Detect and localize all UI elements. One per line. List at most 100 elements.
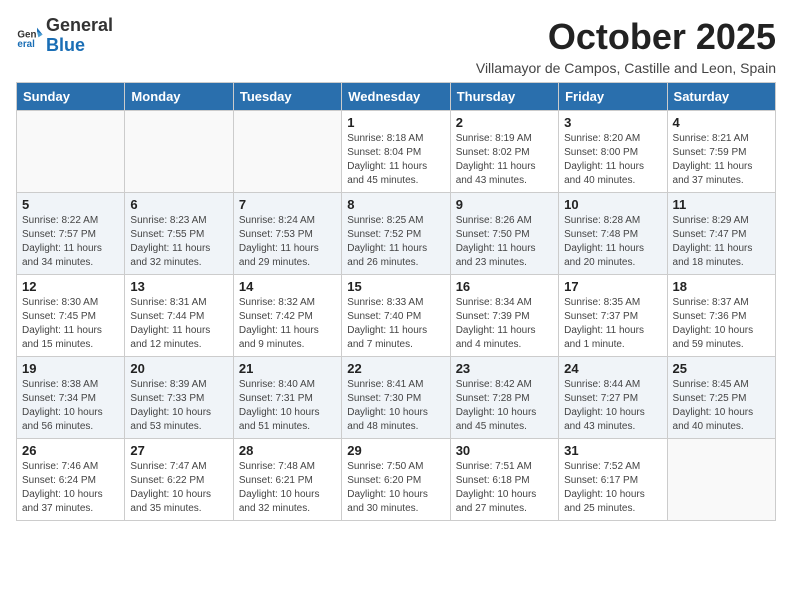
day-info: Sunrise: 8:35 AM Sunset: 7:37 PM Dayligh…	[564, 296, 661, 352]
weekday-header-wednesday: Wednesday	[342, 83, 450, 111]
calendar-cell: 4 Sunrise: 8:21 AM Sunset: 7:59 PM Daylig…	[667, 111, 775, 193]
calendar-cell: 24 Sunrise: 8:44 AM Sunset: 7:27 PM Dayli…	[559, 357, 667, 439]
calendar-cell: 1 Sunrise: 8:18 AM Sunset: 8:04 PM Daylig…	[342, 111, 450, 193]
calendar-cell: 10Sunrise: 8:28 AM Sunset: 7:48 PM Dayli…	[559, 193, 667, 275]
day-info: Sunrise: 8:32 AM Sunset: 7:42 PM Dayligh…	[239, 296, 336, 352]
day-number: 1	[347, 115, 444, 130]
calendar-cell: 17 Sunrise: 8:35 AM Sunset: 7:37 PM Dayli…	[559, 275, 667, 357]
day-info: Sunrise: 7:46 AM Sunset: 6:24 PM Dayligh…	[22, 460, 119, 516]
day-number: 17	[564, 279, 661, 294]
day-number: 6	[130, 197, 227, 212]
calendar-cell: 16 Sunrise: 8:34 AM Sunset: 7:39 PM Dayli…	[450, 275, 558, 357]
calendar-cell: 2Sunrise: 8:19 AM Sunset: 8:02 PM Daylig…	[450, 111, 558, 193]
day-number: 31	[564, 443, 661, 458]
svg-text:eral: eral	[17, 39, 35, 50]
day-info: Sunrise: 8:40 AM Sunset: 7:31 PM Dayligh…	[239, 378, 336, 434]
calendar-cell: 26 Sunrise: 7:46 AM Sunset: 6:24 PM Dayli…	[17, 439, 125, 521]
logo: Gen eral General Blue	[16, 16, 113, 56]
calendar-week-row: 19 Sunrise: 8:38 AM Sunset: 7:34 PM Dayli…	[17, 357, 776, 439]
day-info: Sunrise: 8:25 AM Sunset: 7:52 PM Dayligh…	[347, 214, 444, 270]
day-number: 19	[22, 361, 119, 376]
day-number: 20	[130, 361, 227, 376]
day-number: 25	[673, 361, 770, 376]
day-info: Sunrise: 8:29 AM Sunset: 7:47 PM Dayligh…	[673, 214, 770, 270]
calendar-cell: 30 Sunrise: 7:51 AM Sunset: 6:18 PM Dayli…	[450, 439, 558, 521]
day-number: 4	[673, 115, 770, 130]
day-number: 2	[456, 115, 553, 130]
day-number: 16	[456, 279, 553, 294]
day-info: Sunrise: 8:41 AM Sunset: 7:30 PM Dayligh…	[347, 378, 444, 434]
day-number: 8	[347, 197, 444, 212]
calendar-cell: 8 Sunrise: 8:25 AM Sunset: 7:52 PM Daylig…	[342, 193, 450, 275]
calendar-cell: 7 Sunrise: 8:24 AM Sunset: 7:53 PM Daylig…	[233, 193, 341, 275]
calendar-cell: 15 Sunrise: 8:33 AM Sunset: 7:40 PM Dayli…	[342, 275, 450, 357]
day-number: 9	[456, 197, 553, 212]
day-info: Sunrise: 8:22 AM Sunset: 7:57 PM Dayligh…	[22, 214, 119, 270]
calendar-table: SundayMondayTuesdayWednesdayThursdayFrid…	[16, 82, 776, 521]
calendar-week-row: 12 Sunrise: 8:30 AM Sunset: 7:45 PM Dayli…	[17, 275, 776, 357]
day-info: Sunrise: 8:33 AM Sunset: 7:40 PM Dayligh…	[347, 296, 444, 352]
calendar-cell: 3 Sunrise: 8:20 AM Sunset: 8:00 PM Daylig…	[559, 111, 667, 193]
day-info: Sunrise: 8:21 AM Sunset: 7:59 PM Dayligh…	[673, 132, 770, 188]
day-info: Sunrise: 7:48 AM Sunset: 6:21 PM Dayligh…	[239, 460, 336, 516]
logo-general-text: General	[46, 15, 113, 35]
day-info: Sunrise: 8:42 AM Sunset: 7:28 PM Dayligh…	[456, 378, 553, 434]
calendar-cell	[17, 111, 125, 193]
day-number: 30	[456, 443, 553, 458]
calendar-cell	[125, 111, 233, 193]
calendar-cell	[667, 439, 775, 521]
calendar-cell: 5 Sunrise: 8:22 AM Sunset: 7:57 PM Daylig…	[17, 193, 125, 275]
day-info: Sunrise: 8:38 AM Sunset: 7:34 PM Dayligh…	[22, 378, 119, 434]
day-number: 11	[673, 197, 770, 212]
day-number: 5	[22, 197, 119, 212]
day-number: 29	[347, 443, 444, 458]
calendar-cell: 9Sunrise: 8:26 AM Sunset: 7:50 PM Daylig…	[450, 193, 558, 275]
day-number: 28	[239, 443, 336, 458]
day-info: Sunrise: 8:20 AM Sunset: 8:00 PM Dayligh…	[564, 132, 661, 188]
day-number: 22	[347, 361, 444, 376]
day-number: 26	[22, 443, 119, 458]
day-number: 15	[347, 279, 444, 294]
day-info: Sunrise: 8:23 AM Sunset: 7:55 PM Dayligh…	[130, 214, 227, 270]
day-info: Sunrise: 8:30 AM Sunset: 7:45 PM Dayligh…	[22, 296, 119, 352]
calendar-cell: 27Sunrise: 7:47 AM Sunset: 6:22 PM Dayli…	[125, 439, 233, 521]
day-info: Sunrise: 7:51 AM Sunset: 6:18 PM Dayligh…	[456, 460, 553, 516]
day-number: 24	[564, 361, 661, 376]
day-info: Sunrise: 8:18 AM Sunset: 8:04 PM Dayligh…	[347, 132, 444, 188]
day-number: 3	[564, 115, 661, 130]
calendar-cell: 23Sunrise: 8:42 AM Sunset: 7:28 PM Dayli…	[450, 357, 558, 439]
calendar-week-row: 5 Sunrise: 8:22 AM Sunset: 7:57 PM Daylig…	[17, 193, 776, 275]
day-info: Sunrise: 8:24 AM Sunset: 7:53 PM Dayligh…	[239, 214, 336, 270]
weekday-header-thursday: Thursday	[450, 83, 558, 111]
day-info: Sunrise: 8:31 AM Sunset: 7:44 PM Dayligh…	[130, 296, 227, 352]
calendar-cell	[233, 111, 341, 193]
day-info: Sunrise: 8:44 AM Sunset: 7:27 PM Dayligh…	[564, 378, 661, 434]
day-number: 13	[130, 279, 227, 294]
weekday-header-monday: Monday	[125, 83, 233, 111]
day-info: Sunrise: 7:50 AM Sunset: 6:20 PM Dayligh…	[347, 460, 444, 516]
day-info: Sunrise: 7:47 AM Sunset: 6:22 PM Dayligh…	[130, 460, 227, 516]
day-number: 12	[22, 279, 119, 294]
calendar-cell: 13 Sunrise: 8:31 AM Sunset: 7:44 PM Dayli…	[125, 275, 233, 357]
month-title: October 2025	[476, 16, 776, 58]
day-number: 21	[239, 361, 336, 376]
day-number: 18	[673, 279, 770, 294]
calendar-cell: 19 Sunrise: 8:38 AM Sunset: 7:34 PM Dayli…	[17, 357, 125, 439]
weekday-header-row: SundayMondayTuesdayWednesdayThursdayFrid…	[17, 83, 776, 111]
page-header: Gen eral General Blue October 2025 Villa…	[16, 16, 776, 76]
calendar-cell: 14Sunrise: 8:32 AM Sunset: 7:42 PM Dayli…	[233, 275, 341, 357]
calendar-cell: 20 Sunrise: 8:39 AM Sunset: 7:33 PM Dayli…	[125, 357, 233, 439]
calendar-cell: 25 Sunrise: 8:45 AM Sunset: 7:25 PM Dayli…	[667, 357, 775, 439]
calendar-cell: 29 Sunrise: 7:50 AM Sunset: 6:20 PM Dayli…	[342, 439, 450, 521]
calendar-cell: 21 Sunrise: 8:40 AM Sunset: 7:31 PM Dayli…	[233, 357, 341, 439]
day-info: Sunrise: 8:34 AM Sunset: 7:39 PM Dayligh…	[456, 296, 553, 352]
day-info: Sunrise: 8:37 AM Sunset: 7:36 PM Dayligh…	[673, 296, 770, 352]
calendar-cell: 6 Sunrise: 8:23 AM Sunset: 7:55 PM Daylig…	[125, 193, 233, 275]
weekday-header-sunday: Sunday	[17, 83, 125, 111]
day-info: Sunrise: 8:39 AM Sunset: 7:33 PM Dayligh…	[130, 378, 227, 434]
weekday-header-friday: Friday	[559, 83, 667, 111]
day-number: 7	[239, 197, 336, 212]
day-number: 10	[564, 197, 661, 212]
title-section: October 2025 Villamayor de Campos, Casti…	[476, 16, 776, 76]
day-info: Sunrise: 8:45 AM Sunset: 7:25 PM Dayligh…	[673, 378, 770, 434]
